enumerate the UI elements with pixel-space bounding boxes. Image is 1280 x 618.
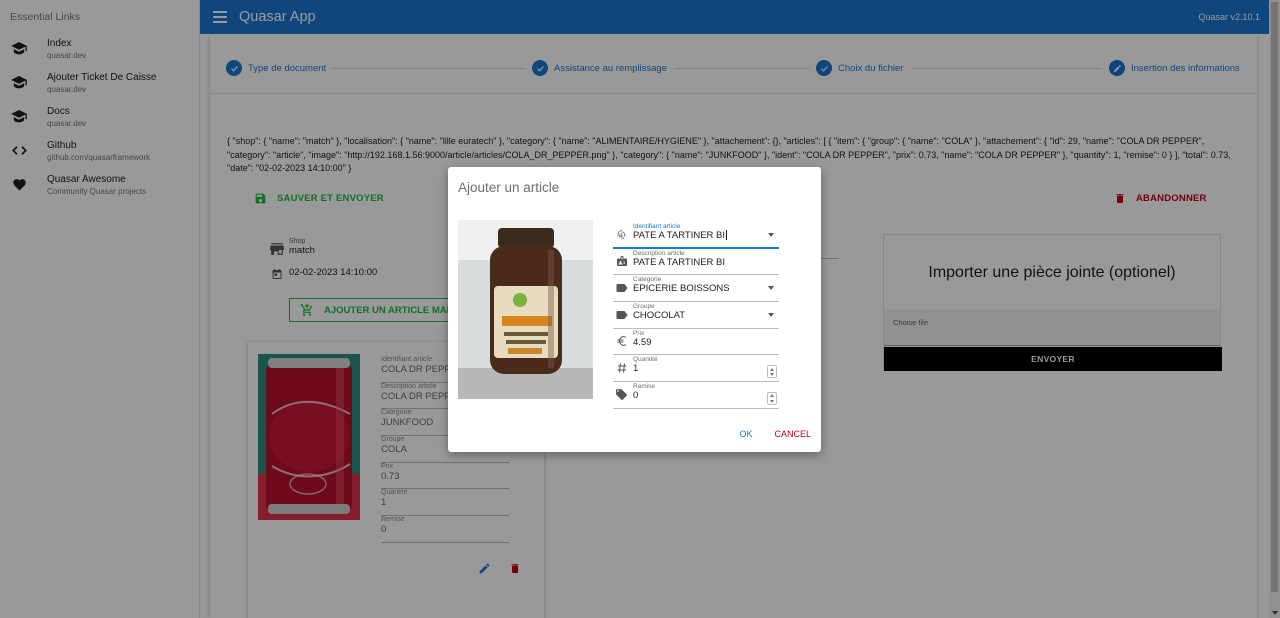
euro-icon bbox=[615, 335, 628, 348]
quantite-field[interactable]: Quantité 1 bbox=[613, 355, 779, 383]
article-image-chocolate-spread bbox=[458, 220, 593, 399]
add-article-dialog: Ajouter un article Identifiant article P… bbox=[448, 167, 821, 452]
field-label: Quantité bbox=[633, 356, 658, 364]
dialog-actions: OK CANCEL bbox=[739, 429, 811, 439]
fingerprint-icon bbox=[615, 228, 628, 241]
hash-icon bbox=[615, 361, 628, 374]
chevron-down-icon[interactable] bbox=[768, 313, 774, 318]
field-value: PATE A TARTINER BI bbox=[633, 256, 726, 268]
field-value: EPICERIE BOISSONS bbox=[633, 283, 730, 295]
field-label: Groupe bbox=[633, 303, 655, 311]
dialog-form: Identifiant article PATE A TARTINER BI D… bbox=[613, 222, 779, 409]
field-value: 1 bbox=[633, 363, 639, 375]
identifiant-value: PATE A TARTINER BI bbox=[633, 230, 726, 241]
field-label: Categorie bbox=[633, 276, 662, 284]
remise-stepper[interactable] bbox=[767, 392, 777, 406]
field-value: 4.59 bbox=[633, 336, 652, 348]
field-value: CHOCOLAT bbox=[633, 310, 686, 322]
prix-field[interactable]: Prix 4.59 bbox=[613, 329, 779, 356]
tags-icon bbox=[615, 388, 628, 401]
field-value: 0 bbox=[633, 390, 639, 402]
identifiant-article-select[interactable]: Identifiant article PATE A TARTINER BI bbox=[613, 222, 779, 249]
field-label: Description article bbox=[633, 249, 685, 257]
groupe-select[interactable]: Groupe CHOCOLAT bbox=[613, 302, 779, 329]
text-cursor bbox=[726, 230, 728, 241]
label-icon bbox=[615, 308, 628, 321]
dialog-title: Ajouter un article bbox=[458, 180, 560, 195]
categorie-select[interactable]: Categorie EPICERIE BOISSONS bbox=[613, 275, 779, 303]
field-label: Identifiant article bbox=[633, 223, 681, 230]
label-icon bbox=[615, 281, 628, 294]
ok-button[interactable]: OK bbox=[739, 429, 752, 439]
field-label: Remise bbox=[633, 383, 656, 391]
cancel-button[interactable]: CANCEL bbox=[774, 429, 811, 439]
field-value: PATE A TARTINER BI bbox=[633, 230, 728, 241]
chevron-down-icon[interactable] bbox=[768, 233, 774, 237]
badge-icon bbox=[615, 255, 628, 268]
quantity-stepper[interactable] bbox=[767, 365, 777, 379]
remise-field[interactable]: Remise 0 bbox=[613, 382, 779, 409]
description-article-field[interactable]: Description article PATE A TARTINER BI bbox=[613, 249, 779, 276]
field-label: Prix bbox=[633, 329, 645, 337]
chevron-down-icon[interactable] bbox=[768, 286, 774, 291]
